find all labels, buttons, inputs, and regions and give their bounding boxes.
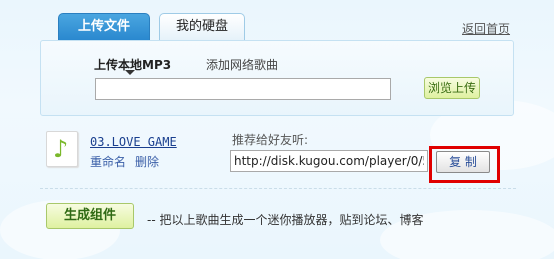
return-home-link[interactable]: 返回首页 (462, 20, 510, 37)
generate-widget-description: -- 把以上歌曲生成一个迷你播放器，贴到论坛、博客 (147, 213, 424, 227)
delete-link[interactable]: 删除 (135, 153, 159, 170)
browse-upload-button[interactable]: 浏览上传 (424, 77, 480, 99)
recommend-label: 推荐给好友听: (232, 133, 309, 147)
tab-my-disk[interactable]: 我的硬盘 (159, 13, 245, 40)
music-note-icon: ♪ (46, 131, 78, 167)
generate-widget-button[interactable]: 生成组件 (46, 203, 134, 229)
copy-button[interactable]: 复 制 (436, 151, 490, 173)
active-subtab-indicator (125, 70, 135, 75)
file-path-input[interactable] (95, 78, 391, 100)
share-url-field[interactable] (230, 150, 428, 172)
music-note-glyph: ♪ (53, 135, 69, 163)
section-divider (40, 188, 516, 189)
subtab-add-web-song[interactable]: 添加网络歌曲 (206, 56, 278, 73)
song-title-link[interactable]: 03.LOVE GAME (90, 135, 177, 149)
rename-link[interactable]: 重命名 (90, 153, 126, 170)
tab-upload-file[interactable]: 上传文件 (58, 13, 150, 40)
